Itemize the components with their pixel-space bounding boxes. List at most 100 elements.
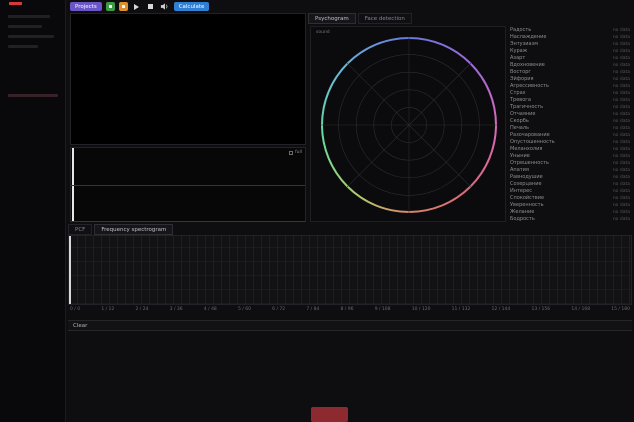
- emotion-name: Страх: [510, 90, 526, 96]
- chart-source-label: sound: [316, 30, 330, 35]
- emotion-name: Интерес: [510, 188, 532, 194]
- emotion-row: Эйфория no data: [510, 76, 630, 82]
- projects-button[interactable]: Projects: [70, 2, 102, 11]
- emotion-name: Печаль: [510, 125, 529, 131]
- emotion-row: Тревога no data: [510, 97, 630, 103]
- sidebar-item[interactable]: [8, 45, 38, 48]
- emotion-value: no data: [613, 168, 630, 173]
- spectrogram-tick: 13 / 156: [531, 307, 550, 312]
- waveform-midline: [71, 185, 305, 186]
- tab-psychogram[interactable]: Psychogram: [308, 13, 356, 24]
- spectrogram-panel: PCF Frequency spectrogram 0 / 0 1 / 12 2…: [68, 224, 632, 316]
- emotion-name: Опустошенность: [510, 139, 555, 145]
- sidebar-item[interactable]: [8, 15, 50, 18]
- play-icon: [134, 4, 139, 10]
- spectrogram-tick: 5 / 60: [238, 307, 251, 312]
- full-checkbox[interactable]: [289, 151, 293, 155]
- emotion-value: no data: [613, 210, 630, 215]
- tab-frequency-spectrogram[interactable]: Frequency spectrogram: [94, 224, 173, 235]
- emotion-name: Радость: [510, 27, 531, 33]
- spectrogram-tick: 2 / 24: [135, 307, 148, 312]
- emotion-name: Тревога: [510, 97, 531, 103]
- emotion-value: no data: [613, 56, 630, 61]
- emotion-row: Равнодушие no data: [510, 174, 630, 180]
- emotion-name: Меланхолия: [510, 146, 542, 152]
- emotion-row: Созерцание no data: [510, 181, 630, 187]
- green-tool-button[interactable]: [106, 2, 115, 11]
- emotion-row: Уныние no data: [510, 153, 630, 159]
- emotion-name: Уверенность: [510, 202, 544, 208]
- waveform-panel[interactable]: full: [70, 147, 306, 222]
- sidebar-item[interactable]: [8, 35, 54, 38]
- spectrogram-grid[interactable]: [68, 235, 632, 305]
- emotion-value: no data: [613, 175, 630, 180]
- emotion-value: no data: [613, 140, 630, 145]
- emotion-row: Страх no data: [510, 90, 630, 96]
- spectrogram-tick-row: 0 / 0 1 / 12 2 / 24 3 / 36 4 / 48 5 / 60…: [68, 307, 632, 312]
- volume-button[interactable]: [160, 2, 170, 11]
- emotion-value: no data: [613, 161, 630, 166]
- emotion-value: no data: [613, 154, 630, 159]
- emotion-value: no data: [613, 49, 630, 54]
- spectrogram-tick: 6 / 72: [272, 307, 285, 312]
- emotion-value: no data: [613, 105, 630, 110]
- spectrogram-playhead[interactable]: [69, 236, 71, 304]
- spectrogram-tick: 4 / 48: [204, 307, 217, 312]
- emotion-row: Агрессивность no data: [510, 83, 630, 89]
- orange-tool-icon: [122, 5, 125, 8]
- emotion-name: Эйфория: [510, 76, 534, 82]
- emotion-name: Бодрость: [510, 216, 535, 222]
- emotion-name: Равнодушие: [510, 174, 543, 180]
- emotion-row: Печаль no data: [510, 125, 630, 131]
- emotion-value: no data: [613, 203, 630, 208]
- app-window: Projects Calculate full: [0, 0, 634, 422]
- video-preview: [70, 13, 306, 145]
- calculate-button[interactable]: Calculate: [174, 2, 210, 11]
- emotion-row: Меланхолия no data: [510, 146, 630, 152]
- emotion-value: no data: [613, 217, 630, 222]
- emotion-row: Наслаждение no data: [510, 34, 630, 40]
- spectrogram-tick: 3 / 36: [170, 307, 183, 312]
- emotion-value: no data: [613, 196, 630, 201]
- emotion-name: Уныние: [510, 153, 530, 159]
- spectrogram-tick: 9 / 108: [375, 307, 391, 312]
- emotion-value: no data: [613, 70, 630, 75]
- emotion-value: no data: [613, 147, 630, 152]
- clear-button[interactable]: Clear: [68, 320, 632, 331]
- emotion-row: Бодрость no data: [510, 216, 630, 222]
- emotion-row: Отчаяние no data: [510, 111, 630, 117]
- spectrogram-tick: 12 / 144: [492, 307, 511, 312]
- emotion-value: no data: [613, 133, 630, 138]
- green-tool-icon: [109, 5, 112, 8]
- emotion-row: Апатия no data: [510, 167, 630, 173]
- psychogram-chart: sound: [310, 26, 506, 222]
- emotion-row: Желание no data: [510, 209, 630, 215]
- emotion-value: no data: [613, 63, 630, 68]
- emotion-row: Азарт no data: [510, 55, 630, 61]
- emotion-value: no data: [613, 91, 630, 96]
- emotion-row: Вдохновение no data: [510, 62, 630, 68]
- orange-tool-button[interactable]: [119, 2, 128, 11]
- emotion-value: no data: [613, 189, 630, 194]
- toolbar: Projects Calculate: [70, 2, 209, 11]
- emotion-value: no data: [613, 35, 630, 40]
- emotion-row: Опустошенность no data: [510, 139, 630, 145]
- full-toggle[interactable]: full: [289, 150, 302, 155]
- tab-pcf[interactable]: PCF: [68, 224, 92, 235]
- sidebar: [0, 0, 66, 422]
- spectrogram-tabs: PCF Frequency spectrogram: [68, 224, 632, 235]
- emotion-row: Энтузиазм no data: [510, 41, 630, 47]
- play-button[interactable]: [132, 2, 142, 11]
- stop-icon: [148, 4, 153, 9]
- emotion-value: no data: [613, 98, 630, 103]
- emotion-value: no data: [613, 28, 630, 33]
- bottom-red-button[interactable]: [311, 407, 348, 422]
- stop-button[interactable]: [146, 2, 156, 11]
- emotion-name: Наслаждение: [510, 34, 546, 40]
- tab-face-detection[interactable]: Face detection: [358, 13, 412, 24]
- emotion-value: no data: [613, 77, 630, 82]
- emotion-row: Кураж no data: [510, 48, 630, 54]
- sidebar-item[interactable]: [8, 25, 42, 28]
- spectrogram-tick: 8 / 96: [341, 307, 354, 312]
- sidebar-item-active[interactable]: [8, 94, 58, 97]
